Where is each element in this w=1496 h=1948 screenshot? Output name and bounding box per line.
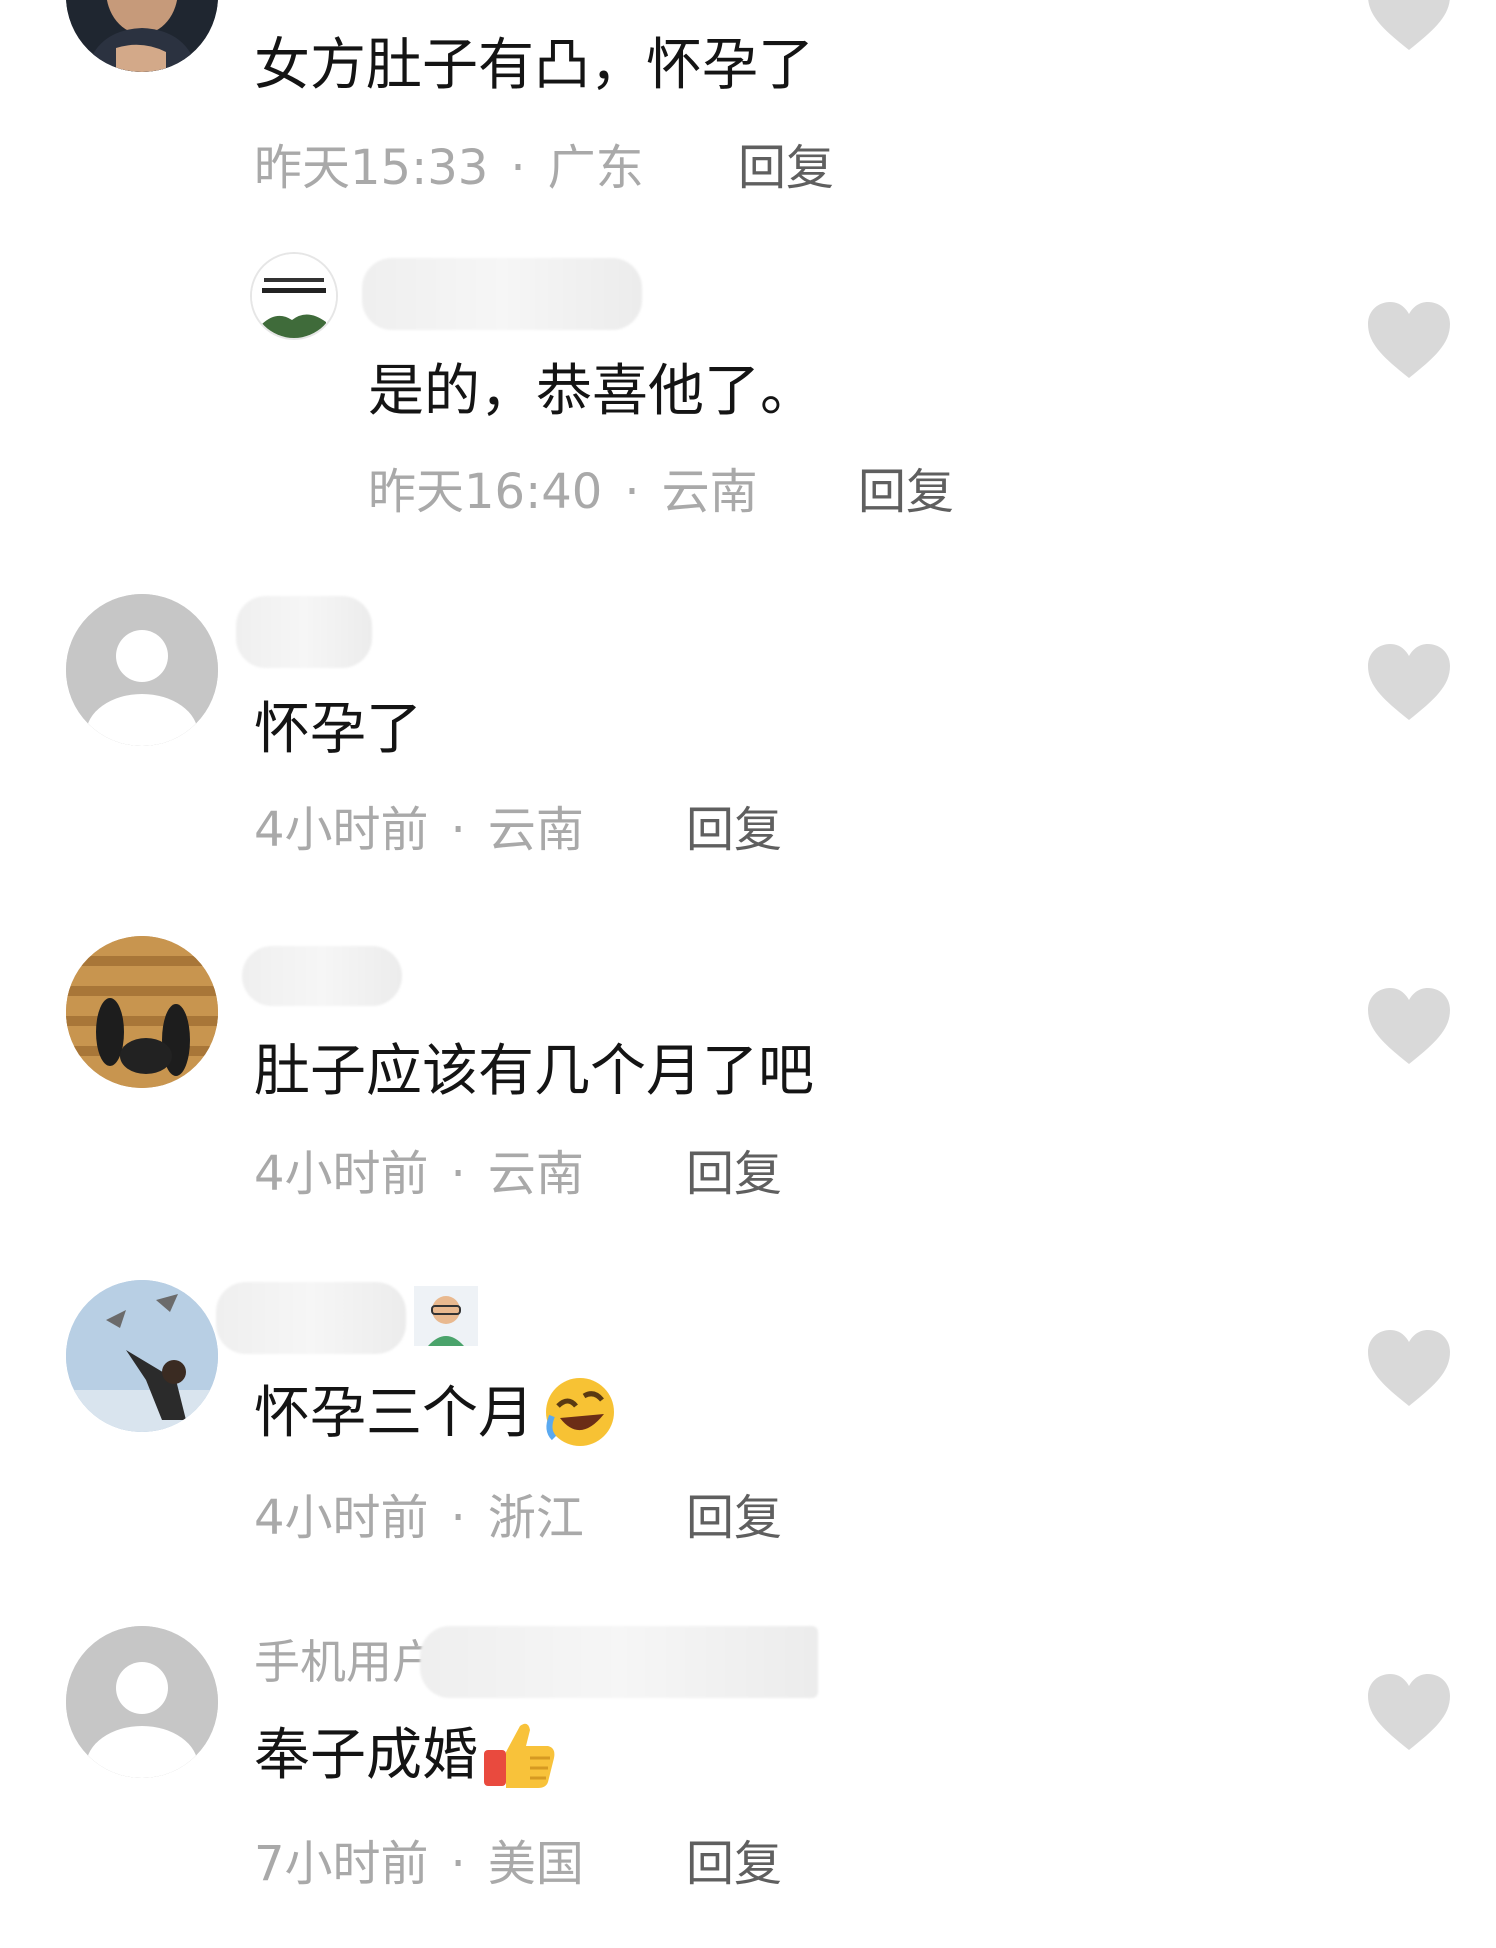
reply-button[interactable]: 回复: [738, 138, 834, 198]
comment-location: 美国: [487, 1836, 584, 1892]
default-avatar-icon[interactable]: [66, 594, 218, 746]
comment-meta: 昨天15:33 · 广东: [254, 138, 644, 198]
comment-text: 怀孕三个月: [254, 1377, 620, 1452]
comment-meta: 7小时前 · 美国: [254, 1834, 584, 1894]
username-partial: 手机用户: [254, 1635, 438, 1689]
username-redacted: [362, 258, 642, 330]
reply-time: 昨天16:40: [368, 464, 603, 520]
reply-meta: 昨天16:40 · 云南: [368, 462, 758, 522]
meta-separator: ·: [510, 140, 526, 196]
comment-time: 4小时前: [254, 1146, 429, 1202]
meta-separator: ·: [450, 1836, 466, 1892]
comment-meta: 4小时前 · 云南: [254, 1144, 584, 1204]
username-redacted: [420, 1626, 818, 1698]
comment-text: 奉子成婚: [254, 1720, 560, 1794]
comment-location: 云南: [487, 802, 584, 858]
reply-button[interactable]: 回复: [686, 1834, 782, 1894]
like-heart-icon[interactable]: [1364, 298, 1454, 382]
username-redacted: [216, 1282, 406, 1354]
reply-button[interactable]: 回复: [858, 462, 954, 522]
comment-time: 昨天15:33: [254, 140, 489, 196]
meta-separator: ·: [450, 1146, 466, 1202]
user-avatar[interactable]: [66, 936, 218, 1088]
rolling-laughing-emoji-icon: [546, 1377, 614, 1446]
comment-meta: 4小时前 · 云南: [254, 800, 584, 860]
comment-text: 女方肚子有凸，怀孕了: [254, 33, 814, 98]
username-redacted: [242, 946, 402, 1006]
comment-location: 广东: [547, 140, 644, 196]
meta-separator: ·: [624, 464, 640, 520]
comment-location: 云南: [487, 1146, 584, 1202]
user-badge-icon: [414, 1286, 478, 1346]
comment-location: 浙江: [487, 1490, 584, 1546]
like-heart-icon[interactable]: [1364, 0, 1454, 54]
meta-separator: ·: [450, 802, 466, 858]
meta-separator: ·: [450, 1490, 466, 1546]
thumbs-up-emoji-icon: [484, 1723, 555, 1788]
comment-meta: 4小时前 · 浙江: [254, 1488, 584, 1548]
like-heart-icon[interactable]: [1364, 1326, 1454, 1410]
comment-text-content: 怀孕三个月: [254, 1381, 534, 1446]
reply-button[interactable]: 回复: [686, 1144, 782, 1204]
comment-text-content: 奉子成婚: [254, 1723, 478, 1788]
comment-text: 怀孕了: [254, 697, 422, 762]
comment-time: 4小时前: [254, 802, 429, 858]
like-heart-icon[interactable]: [1364, 1670, 1454, 1754]
reply-text: 是的，恭喜他了。: [368, 359, 816, 424]
user-avatar[interactable]: [66, 1280, 218, 1432]
like-heart-icon[interactable]: [1364, 984, 1454, 1068]
user-avatar[interactable]: [66, 0, 218, 72]
comment-time: 4小时前: [254, 1490, 429, 1546]
reply-location: 云南: [661, 464, 758, 520]
reply-button[interactable]: 回复: [686, 800, 782, 860]
comment-time: 7小时前: [254, 1836, 429, 1892]
like-heart-icon[interactable]: [1364, 640, 1454, 724]
comment-text: 肚子应该有几个月了吧: [254, 1039, 814, 1104]
username-redacted: [236, 596, 372, 668]
reply-button[interactable]: 回复: [686, 1488, 782, 1548]
reply-avatar[interactable]: [250, 252, 338, 340]
default-avatar-icon[interactable]: [66, 1626, 218, 1778]
